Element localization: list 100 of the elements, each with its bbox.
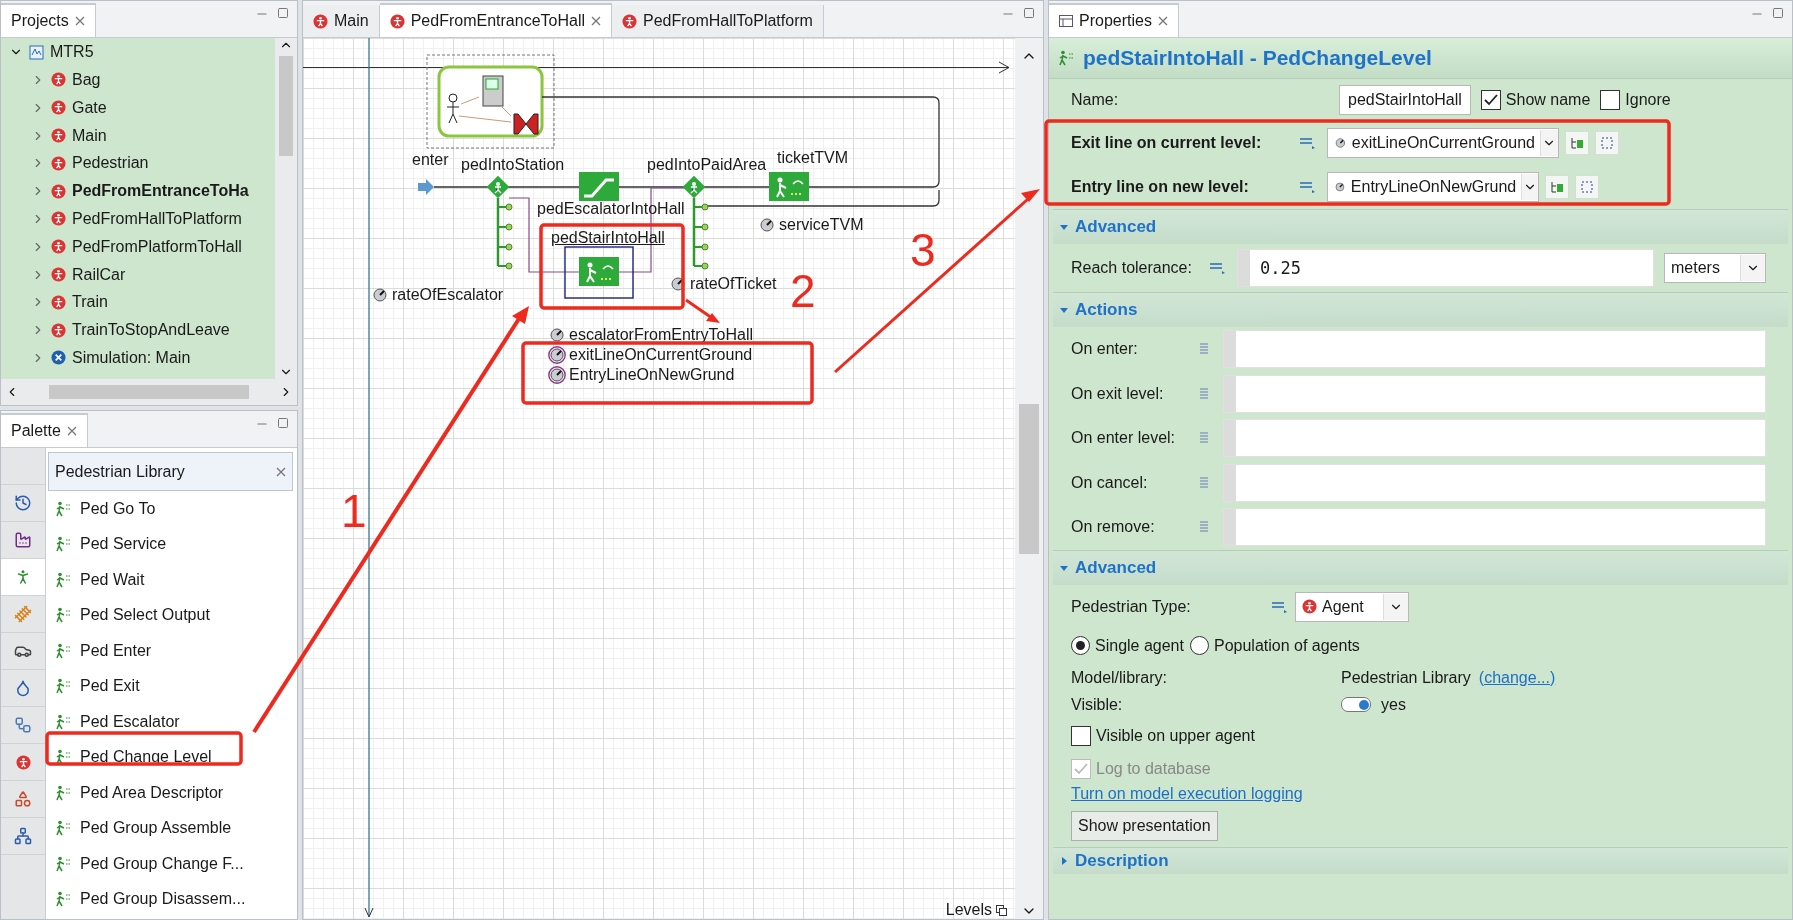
palette-item[interactable]: Ped Group Disassem... (46, 883, 297, 915)
code-field[interactable] (1223, 508, 1766, 547)
parameter-name[interactable]: exitLineOnCurrentGround (569, 345, 753, 365)
editor-tab[interactable]: Main (303, 5, 380, 37)
close-icon[interactable] (66, 426, 77, 436)
code-field[interactable] (1223, 374, 1766, 413)
radio-option[interactable]: Single agent (1071, 636, 1184, 655)
type-dropdown[interactable]: Agent (1295, 591, 1409, 622)
expanded-triangle-icon[interactable] (1059, 222, 1069, 232)
line-dropdown[interactable]: EntryLineOnNewGrund (1327, 172, 1539, 202)
factory-icon[interactable] (14, 531, 32, 549)
tree-item[interactable]: Main (1, 123, 275, 148)
blocks-icon[interactable] (14, 716, 32, 734)
tree-item[interactable]: MTR5 (1, 40, 275, 65)
section-header[interactable]: Description (1053, 846, 1788, 874)
editor-tab[interactable]: PedFromEntranceToHall (379, 3, 612, 37)
projects-tab[interactable]: Projects (1, 3, 96, 37)
checkbox[interactable] (1600, 90, 1621, 110)
palette-item[interactable]: Ped Escalator (46, 706, 297, 738)
visible-upper-checkbox[interactable]: Visible on upper agent (1071, 725, 1255, 746)
vertical-scrollbar[interactable] (1015, 38, 1043, 919)
visible-toggle[interactable] (1341, 697, 1371, 712)
scroll-thumb[interactable] (279, 56, 293, 156)
maximize-icon[interactable] (1772, 7, 1784, 19)
checkbox[interactable] (1071, 725, 1091, 746)
clear-button[interactable] (1575, 175, 1599, 199)
clear-button[interactable] (1595, 131, 1619, 155)
code-field[interactable] (1223, 330, 1766, 369)
maximize-icon[interactable] (277, 7, 289, 19)
palette-item[interactable]: Ped Go To (46, 493, 297, 525)
code-field[interactable] (1223, 463, 1766, 502)
parameter-name[interactable]: escalatorFromEntryToHall (569, 325, 754, 345)
palette-item[interactable]: Ped Exit (46, 670, 297, 702)
show-presentation-button[interactable]: Show presentation (1071, 810, 1218, 841)
layers-icon[interactable] (996, 904, 1007, 916)
select-on-canvas-button[interactable] (1565, 131, 1589, 155)
close-icon[interactable] (1157, 16, 1168, 26)
palette-tab[interactable]: Palette (1, 413, 88, 447)
select-on-canvas-button[interactable] (1545, 175, 1569, 199)
select-output-block[interactable] (682, 175, 709, 270)
collapsed-triangle-icon[interactable] (1059, 855, 1069, 866)
rail-icon[interactable] (14, 605, 32, 623)
tree-item[interactable]: TrainToStopAndLeave (1, 317, 275, 343)
tree-item[interactable]: Simulation: Main (1, 345, 275, 371)
vertical-scrollbar[interactable] (275, 38, 297, 379)
tree-item[interactable]: Pedestrian (1, 151, 275, 176)
editor-tab[interactable]: PedFromHallToPlatform (612, 5, 824, 37)
tree-item[interactable]: RailCar (1, 262, 275, 287)
maximize-icon[interactable] (277, 417, 289, 429)
scroll-thumb[interactable] (49, 385, 249, 399)
tree-item[interactable]: PedFromPlatformToHall (1, 234, 275, 259)
expanded-triangle-icon[interactable] (1059, 305, 1069, 315)
parameter-name[interactable]: serviceTVM (779, 215, 864, 235)
palette-item[interactable]: Ped Change Level (46, 741, 297, 773)
section-header[interactable]: Actions (1053, 292, 1788, 327)
section-header[interactable]: Advanced (1053, 209, 1788, 244)
shapes-icon[interactable] (14, 790, 32, 808)
palette-item[interactable]: Ped Group Change F... (46, 848, 297, 880)
equals-icon[interactable] (1299, 180, 1317, 194)
palette-item[interactable]: Ped Group Assemble (46, 812, 297, 844)
change-link[interactable]: (change...) (1478, 668, 1556, 687)
escalator-block[interactable] (579, 172, 619, 201)
parameter-name[interactable]: rateOfTicket (690, 274, 777, 294)
close-icon[interactable] (74, 16, 85, 26)
name-field[interactable]: pedStairIntoHall (1339, 85, 1471, 115)
horizontal-scrollbar[interactable] (1, 379, 297, 405)
equals-icon[interactable] (1209, 261, 1227, 275)
close-icon[interactable] (591, 16, 601, 26)
close-icon[interactable] (276, 466, 286, 477)
tree-item[interactable]: Bag (1, 67, 275, 93)
tree-item[interactable]: Gate (1, 95, 275, 120)
logging-link[interactable]: Turn on model execution logging (1071, 784, 1303, 803)
network-icon[interactable] (14, 827, 32, 845)
properties-tab[interactable]: Properties (1049, 3, 1179, 37)
service-block[interactable] (769, 172, 809, 201)
show-name-checkbox[interactable]: Show name (1480, 90, 1591, 110)
tree-item[interactable]: PedFromEntranceToHa (1, 179, 275, 204)
unit-dropdown[interactable]: meters (1664, 253, 1766, 283)
tolerance-field[interactable]: 0.25 (1237, 249, 1654, 287)
code-field[interactable] (1223, 419, 1766, 458)
equals-icon[interactable] (1299, 136, 1317, 150)
checkbox[interactable] (1480, 90, 1501, 110)
clock-icon[interactable] (14, 494, 32, 512)
source-arrow-icon[interactable] (418, 179, 434, 195)
select-output-block[interactable] (486, 175, 513, 270)
radio-button[interactable] (1071, 636, 1090, 655)
line-dropdown[interactable]: exitLineOnCurrentGround (1327, 128, 1559, 158)
scroll-thumb[interactable] (1019, 404, 1039, 554)
palette-item[interactable]: Ped Area Descriptor (46, 777, 297, 809)
palette-item[interactable]: Ped Service (46, 528, 297, 560)
section-header[interactable]: Advanced (1053, 549, 1788, 585)
parameter-name[interactable]: EntryLineOnNewGrund (569, 365, 735, 385)
parameter-name[interactable]: rateOfEscalator (392, 285, 504, 305)
droplet-icon[interactable] (14, 679, 32, 697)
ignore-checkbox[interactable]: Ignore (1600, 90, 1671, 110)
equals-icon[interactable] (1271, 599, 1289, 614)
tree-item[interactable]: PedFromHallToPlatform (1, 206, 275, 232)
tree-item[interactable]: Train (1, 290, 275, 315)
change-level-block[interactable] (579, 257, 619, 286)
maximize-icon[interactable] (1023, 7, 1035, 19)
